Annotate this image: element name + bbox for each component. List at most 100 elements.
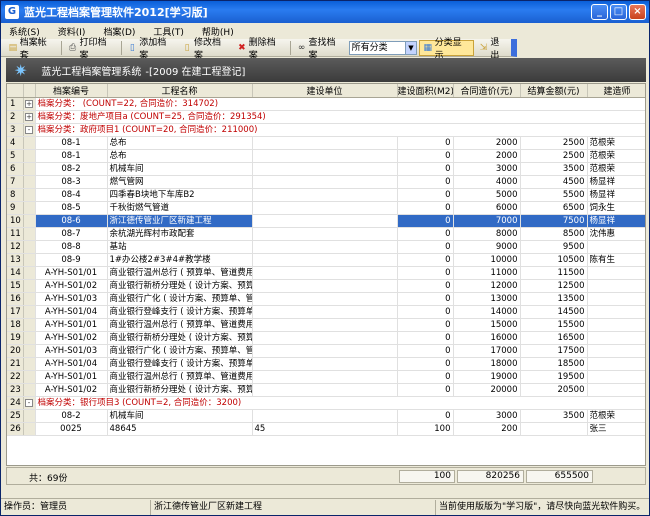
cell-name[interactable]: 商业银行温州总行 ( 预算单、管道费用 (107, 318, 253, 332)
table-row[interactable]: 26 0025 48645 45 100 200 张三 (7, 422, 645, 436)
cell-contract[interactable]: 2000 (453, 149, 521, 163)
cell-code[interactable]: A-YH-S01/01 (35, 266, 108, 280)
group-toggle[interactable]: + (23, 97, 36, 111)
cell-builder[interactable]: 沈伟惠 (587, 227, 645, 241)
cell-builder[interactable] (587, 292, 645, 306)
cell-code[interactable]: 08-1 (35, 149, 108, 163)
cell-area[interactable]: 0 (397, 136, 454, 150)
cell-code[interactable]: A-YH-S01/02 (35, 331, 108, 345)
edit-archive-button[interactable]: ▯ 修改档案 (179, 38, 232, 61)
cell-name[interactable]: 商业银行新桥分理处 ( 设计方案、预算 (107, 383, 253, 397)
cell-unit[interactable] (252, 149, 398, 163)
cell-name[interactable]: 48645 (107, 422, 253, 436)
cell-settle[interactable]: 4500 (520, 175, 588, 189)
cell-code[interactable]: A-YH-S01/02 (35, 383, 108, 397)
close-button[interactable]: × (629, 4, 646, 20)
cell-name[interactable]: 总布 (107, 149, 253, 163)
cell-area[interactable]: 0 (397, 344, 454, 358)
cell-name[interactable]: 机械车间 (107, 162, 253, 176)
cell-code[interactable]: A-YH-S01/02 (35, 279, 108, 293)
group-row[interactable]: 2 + 档案分类：废地产项目a (COUNT=25, 合同造价：291354) (7, 110, 645, 124)
cell-unit[interactable] (252, 201, 398, 215)
cell-settle[interactable]: 5500 (520, 188, 588, 202)
cell-builder[interactable] (587, 331, 645, 345)
cell-area[interactable]: 0 (397, 227, 454, 241)
cell-settle[interactable]: 20500 (520, 383, 588, 397)
group-toggle[interactable]: - (23, 396, 36, 410)
cell-contract[interactable]: 19000 (453, 370, 521, 384)
cell-settle[interactable]: 11500 (520, 266, 588, 280)
table-row[interactable]: 20 A-YH-S01/03 商业银行广化 ( 设计方案、预算单、管 0 17000 17… (7, 344, 645, 358)
cell-unit[interactable] (252, 136, 398, 150)
cell-code[interactable]: A-YH-S01/01 (35, 370, 108, 384)
cell-code[interactable]: 08-3 (35, 175, 108, 189)
find-archive-button[interactable]: ∞ 查找档案 (294, 38, 347, 61)
cell-contract[interactable]: 4000 (453, 175, 521, 189)
cell-unit[interactable] (252, 162, 398, 176)
cell-area[interactable]: 0 (397, 318, 454, 332)
table-row[interactable]: 18 A-YH-S01/01 商业银行温州总行 ( 预算单、管道费用 0 15000 15… (7, 318, 645, 332)
cell-name[interactable]: 商业银行温州总行 ( 预算单、管道费用 (107, 266, 253, 280)
cell-settle[interactable]: 3500 (520, 409, 588, 423)
delete-archive-button[interactable]: ✖ 删除档案 (234, 38, 287, 61)
cell-area[interactable]: 0 (397, 370, 454, 384)
cell-unit[interactable] (252, 253, 398, 267)
cell-unit[interactable] (252, 188, 398, 202)
cell-settle[interactable]: 2500 (520, 136, 588, 150)
cell-contract[interactable]: 10000 (453, 253, 521, 267)
cell-unit[interactable] (252, 266, 398, 280)
cell-contract[interactable]: 15000 (453, 318, 521, 332)
group-row[interactable]: 24- 档案分类：银行项目3 (COUNT=2, 合同造价：3200) (7, 396, 645, 410)
table-row[interactable]: 16 A-YH-S01/03 商业银行广化 ( 设计方案、预算单、管 0 13000 13… (7, 292, 645, 306)
cell-settle[interactable]: 2500 (520, 149, 588, 163)
cell-area[interactable]: 0 (397, 240, 454, 254)
cell-area[interactable]: 0 (397, 331, 454, 345)
expand-toggle-icon[interactable]: + (25, 100, 33, 108)
cell-settle[interactable]: 13500 (520, 292, 588, 306)
cell-name[interactable]: 商业银行登峰支行 ( 设计方案、预算单 (107, 357, 253, 371)
table-row[interactable]: 19 A-YH-S01/02 商业银行新桥分理处 ( 设计方案、预算 0 16000 16… (7, 331, 645, 345)
table-row[interactable]: 12 08-8 基站 0 9000 9500 (7, 240, 645, 254)
cell-builder[interactable]: 杨显祥 (587, 214, 645, 228)
cell-contract[interactable]: 8000 (453, 227, 521, 241)
group-row[interactable]: 1 + 档案分类： (COUNT=22, 合同造价：314702) (7, 97, 645, 111)
cell-settle[interactable]: 19500 (520, 370, 588, 384)
cell-settle[interactable]: 6500 (520, 201, 588, 215)
cell-settle[interactable]: 3500 (520, 162, 588, 176)
cell-contract[interactable]: 3000 (453, 409, 521, 423)
cell-settle[interactable]: 8500 (520, 227, 588, 241)
cell-contract[interactable]: 18000 (453, 357, 521, 371)
cell-area[interactable]: 0 (397, 292, 454, 306)
add-archive-button[interactable]: ▯ 添加档案 (125, 38, 178, 61)
cell-area[interactable]: 0 (397, 305, 454, 319)
cell-contract[interactable]: 17000 (453, 344, 521, 358)
print-archive-button[interactable]: ⎙ 打印档案 (65, 38, 118, 61)
cell-settle[interactable]: 12500 (520, 279, 588, 293)
cell-builder[interactable] (587, 357, 645, 371)
cell-settle[interactable]: 17500 (520, 344, 588, 358)
maximize-button[interactable]: □ (610, 4, 627, 20)
cell-builder[interactable]: 杨显祥 (587, 188, 645, 202)
cell-unit[interactable] (252, 344, 398, 358)
cell-builder[interactable]: 范根荣 (587, 162, 645, 176)
cell-builder[interactable]: 范根荣 (587, 409, 645, 423)
column-header-settle[interactable]: 结算金额(元) (520, 84, 588, 98)
cell-area[interactable]: 0 (397, 162, 454, 176)
cell-contract[interactable]: 14000 (453, 305, 521, 319)
cell-settle[interactable]: 15500 (520, 318, 588, 332)
cell-area[interactable]: 0 (397, 279, 454, 293)
cell-name[interactable]: 机械车间 (107, 409, 253, 423)
cell-unit[interactable]: 45 (252, 422, 398, 436)
cell-builder[interactable] (587, 240, 645, 254)
cell-settle[interactable]: 10500 (520, 253, 588, 267)
cell-contract[interactable]: 3000 (453, 162, 521, 176)
cell-unit[interactable] (252, 370, 398, 384)
cell-code[interactable]: 08-9 (35, 253, 108, 267)
table-row[interactable]: 25 08-2 机械车间 0 3000 3500 范根荣 (7, 409, 645, 423)
cell-name[interactable]: 总布 (107, 136, 253, 150)
cell-unit[interactable] (252, 214, 398, 228)
cell-unit[interactable] (252, 227, 398, 241)
cell-contract[interactable]: 16000 (453, 331, 521, 345)
cell-unit[interactable] (252, 409, 398, 423)
table-row[interactable]: 9 08-5 千秋街燃气管道 0 6000 6500 饲永生 (7, 201, 645, 215)
